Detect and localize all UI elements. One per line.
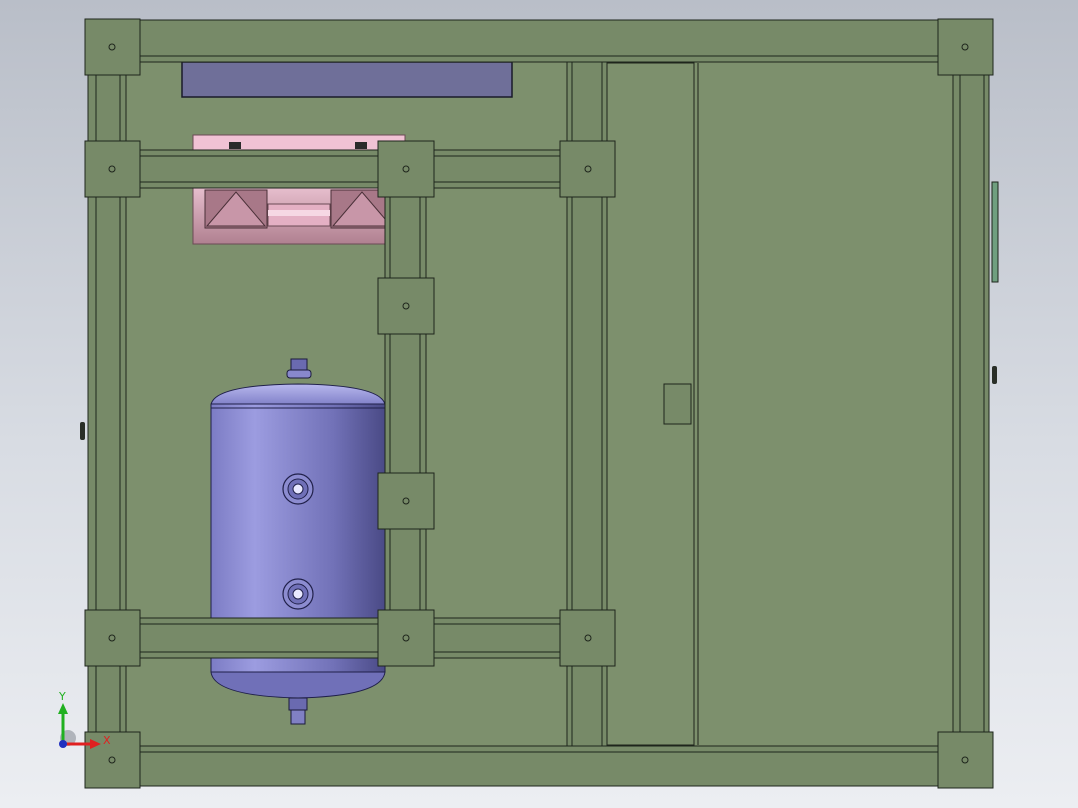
side-knob-left [80, 422, 85, 440]
cad-graphics-viewport[interactable]: Y X [0, 0, 1078, 808]
assembly-view[interactable]: Y X [0, 0, 1078, 808]
side-knob-right [992, 366, 997, 384]
top-bar-component [181, 61, 513, 98]
y-axis-label: Y [58, 690, 66, 703]
side-tab [991, 181, 999, 283]
air-tank [210, 358, 386, 725]
z-axis-dot-icon [59, 740, 67, 748]
x-axis-label: X [103, 734, 111, 747]
